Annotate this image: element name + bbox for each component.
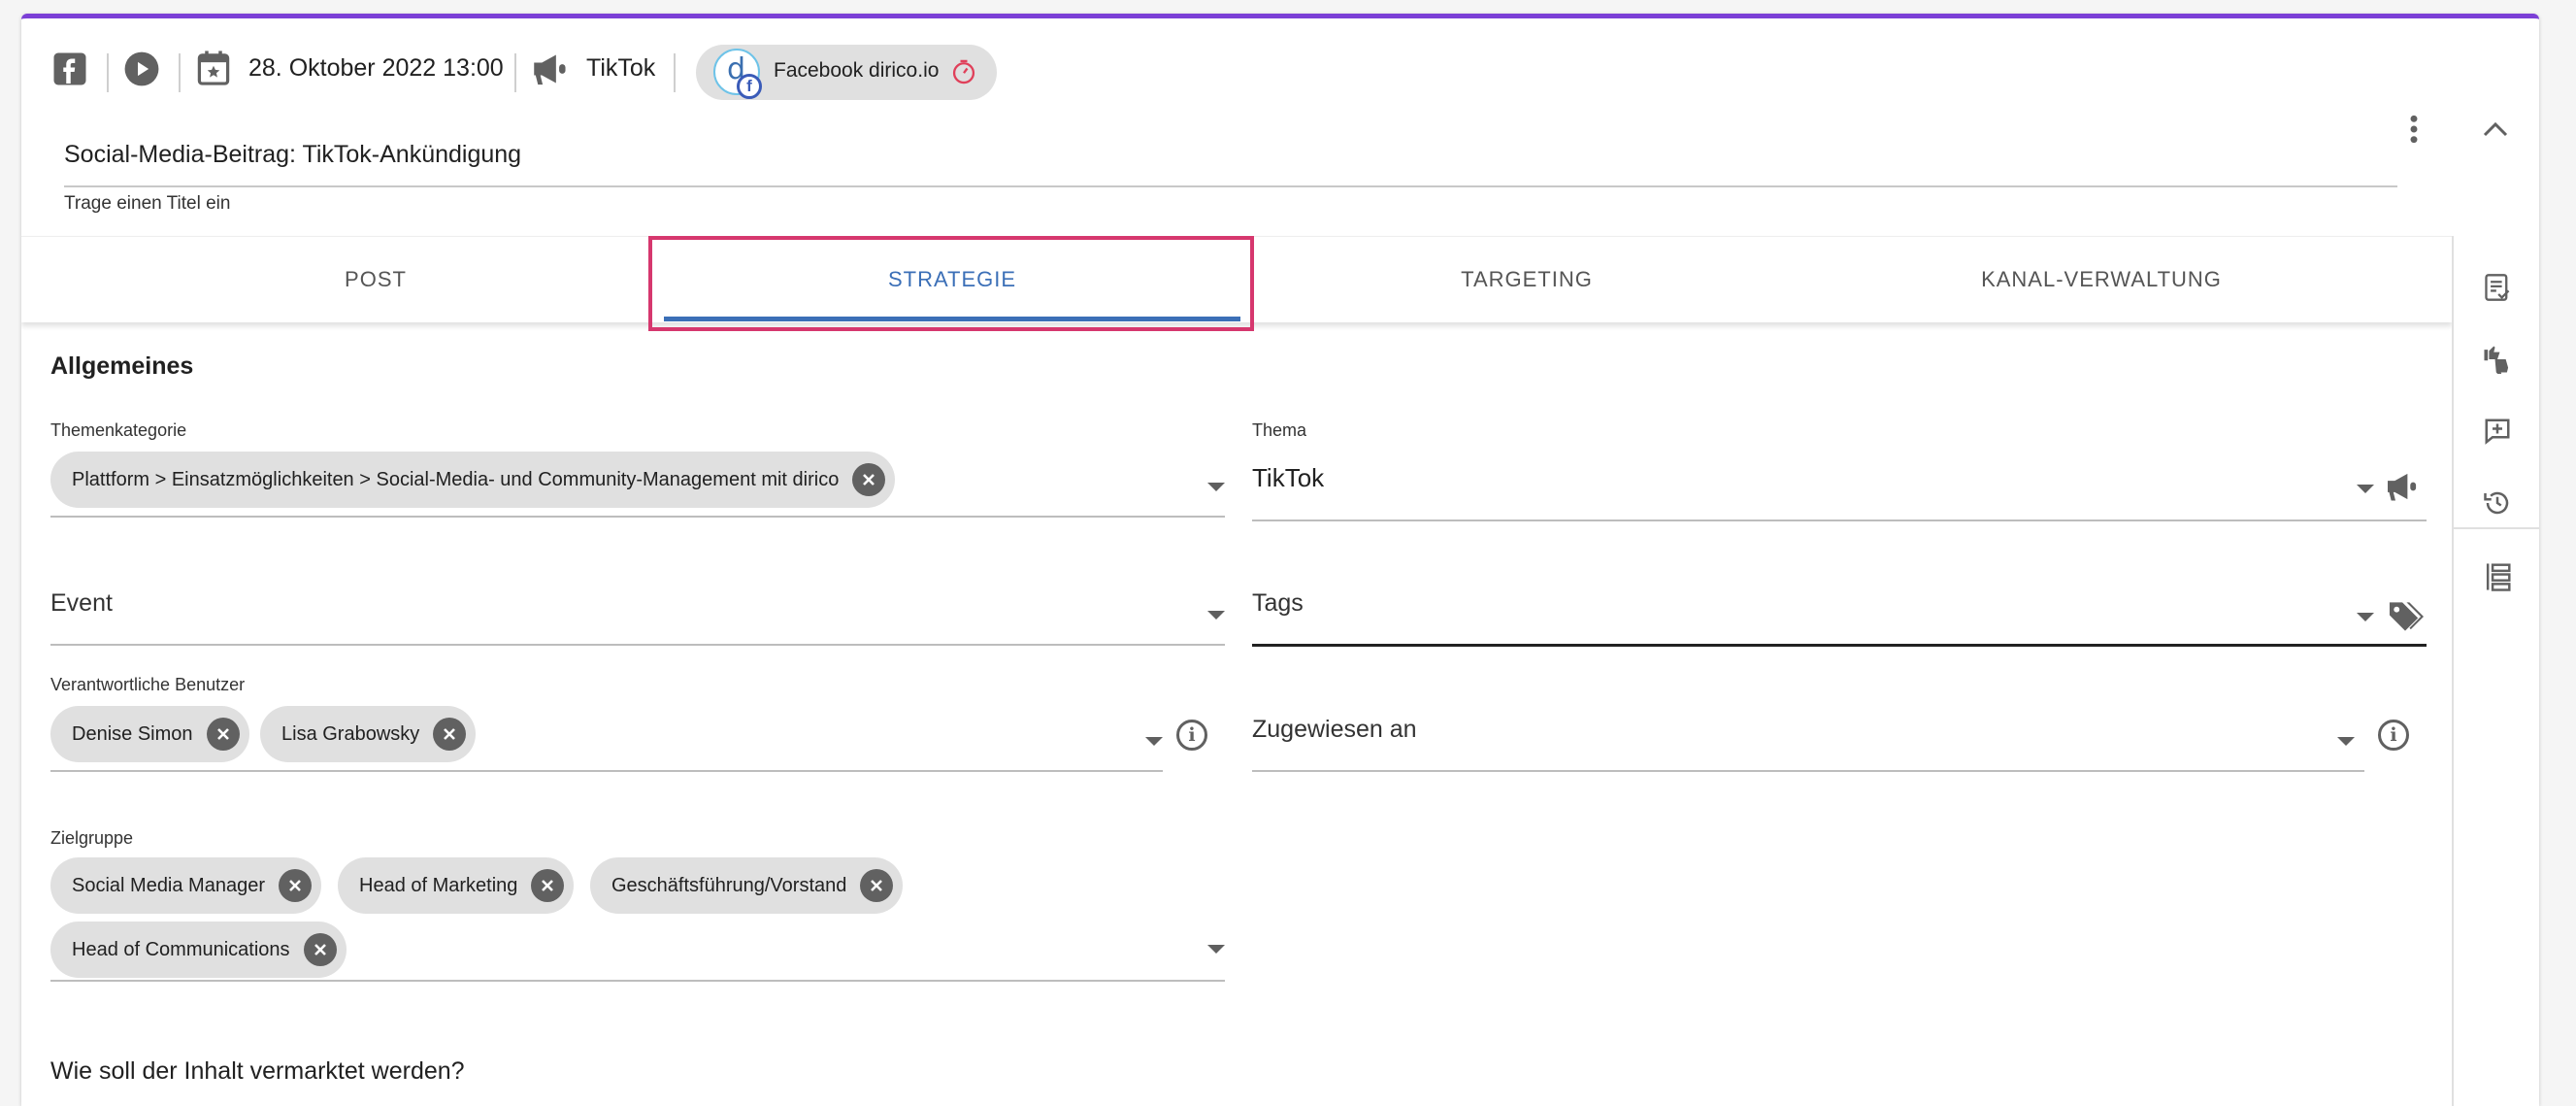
user-chip[interactable]: Denise Simon: [50, 706, 249, 762]
tab-bar: POST STRATEGIE TARGETING KANAL-VERWALTUN…: [21, 236, 2452, 322]
remove-chip-icon[interactable]: [852, 463, 886, 496]
info-icon[interactable]: i: [2378, 720, 2409, 751]
active-tab-indicator: [664, 317, 1240, 321]
tab-post[interactable]: POST: [72, 237, 679, 322]
zielgruppe-chip[interactable]: Geschäftsführung/Vorstand: [590, 857, 904, 914]
megaphone-icon: [530, 50, 573, 88]
avatar: d f: [713, 49, 762, 99]
zielgruppe-chip[interactable]: Social Media Manager: [50, 857, 321, 914]
thumbs-up-down-icon[interactable]: [2481, 343, 2514, 376]
remove-chip-icon[interactable]: [433, 718, 467, 751]
tag-icon: [2386, 597, 2425, 636]
section-title: Allgemeines: [50, 352, 194, 380]
post-editor-card: 28. Oktober 2022 13:00 TikTok d f Facebo…: [21, 14, 2539, 1106]
remove-chip-icon[interactable]: [531, 869, 565, 902]
list-tree-icon[interactable]: [2481, 560, 2514, 593]
zielgruppe-underline: [50, 980, 1225, 982]
thema-underline: [1252, 519, 2427, 521]
remove-chip-icon[interactable]: [206, 718, 240, 751]
remove-chip-icon[interactable]: [860, 869, 894, 902]
themenkategorie-underline: [50, 516, 1225, 518]
info-icon[interactable]: i: [1176, 720, 1207, 751]
chevron-down-icon[interactable]: [1145, 737, 1163, 746]
tags-field[interactable]: Tags: [1252, 589, 1304, 618]
thema-value[interactable]: TikTok: [1252, 463, 1324, 493]
tab-strategie[interactable]: STRATEGIE: [648, 237, 1256, 322]
checklist-icon[interactable]: [2481, 271, 2514, 304]
verantwortliche-label: Verantwortliche Benutzer: [50, 675, 246, 694]
rail-divider: [2454, 527, 2539, 529]
themenkategorie-label: Themenkategorie: [50, 420, 187, 440]
channel-name: TikTok: [586, 54, 656, 82]
zielgruppe-chip[interactable]: Head of Communications: [50, 922, 347, 978]
more-vert-icon[interactable]: [2399, 110, 2428, 149]
themenkategorie-chip[interactable]: Plattform > Einsatzmöglichkeiten > Socia…: [50, 452, 896, 508]
right-rail: [2452, 236, 2539, 1106]
publish-date: 28. Oktober 2022 13:00: [248, 54, 504, 82]
chevron-down-icon[interactable]: [2357, 485, 2374, 493]
marketing-question: Wie soll der Inhalt vermarktet werden?: [50, 1057, 465, 1085]
zugewiesen-field[interactable]: Zugewiesen an: [1252, 716, 1417, 744]
facebook-badge-icon: f: [737, 74, 762, 99]
timer-icon: [948, 56, 979, 87]
chevron-down-icon[interactable]: [2357, 613, 2374, 621]
thema-label: Thema: [1252, 420, 1307, 440]
user-chip[interactable]: Lisa Grabowsky: [260, 706, 477, 762]
event-underline: [50, 644, 1225, 646]
chevron-up-icon[interactable]: [2479, 110, 2512, 149]
chevron-down-icon[interactable]: [2337, 737, 2355, 746]
account-chip[interactable]: d f Facebook dirico.io: [696, 45, 997, 100]
editor-header: 28. Oktober 2022 13:00 TikTok d f Facebo…: [21, 18, 2539, 144]
zielgruppe-chip[interactable]: Head of Marketing: [338, 857, 575, 914]
chevron-down-icon[interactable]: [1207, 483, 1225, 491]
title-input[interactable]: Social-Media-Beitrag: TikTok-Ankündigung: [64, 137, 2397, 187]
tags-underline: [1252, 644, 2427, 647]
history-icon[interactable]: [2481, 486, 2514, 519]
facebook-icon[interactable]: [50, 50, 89, 88]
chevron-down-icon[interactable]: [1207, 945, 1225, 954]
tab-targeting[interactable]: TARGETING: [1223, 237, 1831, 322]
chevron-down-icon[interactable]: [1207, 611, 1225, 620]
account-chip-label: Facebook dirico.io: [774, 59, 940, 82]
verantwortliche-underline: [50, 770, 1163, 772]
add-comment-icon[interactable]: [2481, 415, 2514, 448]
remove-chip-icon[interactable]: [279, 869, 312, 902]
zugewiesen-underline: [1252, 770, 2364, 772]
tab-kanal-verwaltung[interactable]: KANAL-VERWALTUNG: [1798, 237, 2405, 322]
event-field[interactable]: Event: [50, 589, 113, 618]
play-circle-icon[interactable]: [122, 50, 161, 88]
zielgruppe-label: Zielgruppe: [50, 828, 134, 848]
calendar-star-icon[interactable]: [194, 48, 233, 88]
megaphone-icon: [2384, 469, 2423, 504]
remove-chip-icon[interactable]: [303, 933, 337, 966]
title-hint: Trage einen Titel ein: [64, 193, 231, 214]
